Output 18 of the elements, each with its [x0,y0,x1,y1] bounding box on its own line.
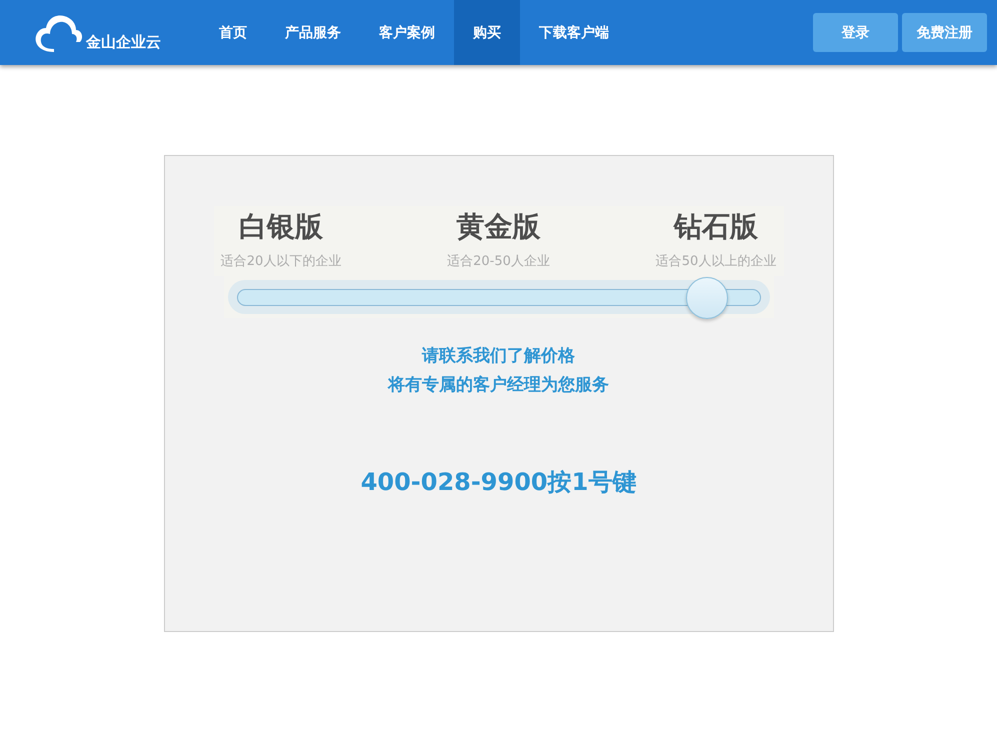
nav-tab[interactable]: 客户案例 [360,0,454,65]
slider-thumb[interactable] [686,276,728,318]
contact-message: 请联系我们了解价格 [422,345,575,367]
plan-name: 黄金版 [456,209,540,245]
plan-description: 适合50人以上的企业 [656,253,776,270]
nav-tab[interactable]: 产品服务 [266,0,360,65]
nav-tab[interactable]: 购买 [454,0,520,65]
plan-description: 适合20人以下的企业 [220,253,342,270]
phone-number: 400-028-9900按1号键 [360,467,636,498]
plan-description: 适合20-50人企业 [447,253,550,270]
nav-tab[interactable]: 首页 [200,0,266,65]
plan-name: 钻石版 [674,209,758,245]
logo-text[interactable]: 金山企业云 [86,32,161,52]
header-button[interactable]: 免费注册 [902,13,987,52]
plan-name: 白银版 [239,209,323,245]
nav-tab[interactable]: 下载客户端 [520,0,628,65]
contact-message: 将有专属的客户经理为您服务 [388,374,609,396]
header-button[interactable]: 登录 [813,13,898,52]
